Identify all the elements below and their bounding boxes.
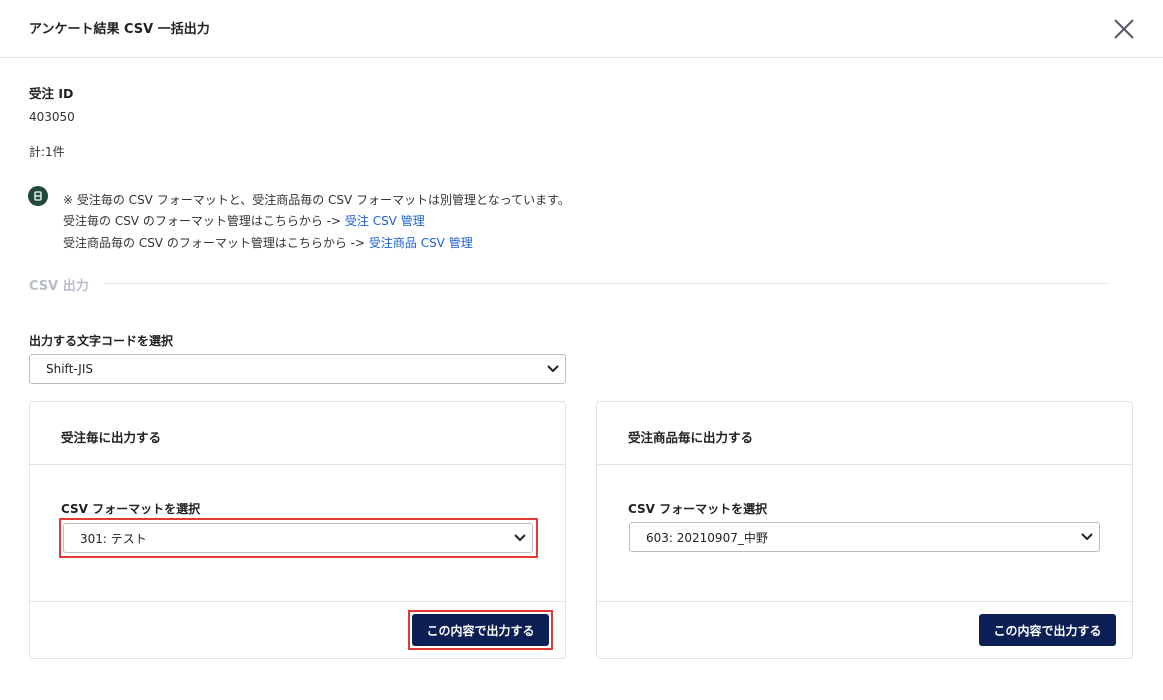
encoding-label: 出力する文字コードを選択 — [29, 334, 174, 348]
chevron-down-icon — [547, 365, 559, 373]
notice-line-1: ※ 受注毎の CSV フォーマットと、受注商品毎の CSV フォーマットは別管理… — [63, 193, 570, 207]
notice-line-3-text: 受注商品毎の CSV のフォーマット管理はこちらから -> — [63, 236, 366, 250]
order-item-format-select[interactable]: 603: 20210907_中野 — [629, 522, 1100, 552]
order-item-format-label: CSV フォーマットを選択 — [628, 502, 768, 516]
notice-line-2-text: 受注毎の CSV のフォーマット管理はこちらから -> — [63, 214, 342, 228]
notice-line-2: 受注毎の CSV のフォーマット管理はこちらから -> 受注 CSV 管理 — [63, 212, 425, 229]
order-format-label: CSV フォーマットを選択 — [61, 502, 201, 516]
order-item-panel-header: 受注商品毎に出力する — [597, 402, 1132, 465]
order-format-select-value: 301: テスト — [80, 531, 147, 546]
section-title: CSV 出力 — [29, 279, 89, 294]
order-id-label: 受注 ID — [29, 86, 74, 101]
order-panel-title: 受注毎に出力する — [61, 430, 162, 445]
chevron-down-icon — [514, 534, 526, 542]
order-csv-management-link[interactable]: 受注 CSV 管理 — [345, 214, 425, 228]
modal-header: アンケート結果 CSV 一括出力 — [0, 0, 1163, 58]
chevron-down-icon — [1081, 533, 1093, 541]
encoding-select[interactable]: Shift-JIS — [29, 354, 566, 384]
order-item-export-button[interactable]: この内容で出力する — [979, 614, 1116, 646]
order-item-panel-title: 受注商品毎に出力する — [628, 430, 754, 445]
order-panel-header: 受注毎に出力する — [30, 402, 565, 465]
order-id-value: 403050 — [29, 110, 75, 124]
order-format-select[interactable]: 301: テスト — [63, 523, 533, 553]
modal-title: アンケート結果 CSV 一括出力 — [29, 22, 210, 37]
order-item-format-select-value: 603: 20210907_中野 — [646, 530, 768, 545]
order-export-button[interactable]: この内容で出力する — [412, 614, 549, 646]
order-panel-divider — [30, 601, 565, 602]
order-item-panel-divider — [597, 601, 1132, 602]
encoding-select-value: Shift-JIS — [46, 362, 93, 376]
info-icon — [28, 186, 48, 206]
section-divider — [105, 283, 1109, 284]
order-count: 計:1件 — [29, 145, 65, 159]
notice-line-3: 受注商品毎の CSV のフォーマット管理はこちらから -> 受注商品 CSV 管… — [63, 234, 473, 251]
order-item-csv-management-link[interactable]: 受注商品 CSV 管理 — [369, 236, 473, 250]
close-icon[interactable] — [1111, 16, 1137, 42]
